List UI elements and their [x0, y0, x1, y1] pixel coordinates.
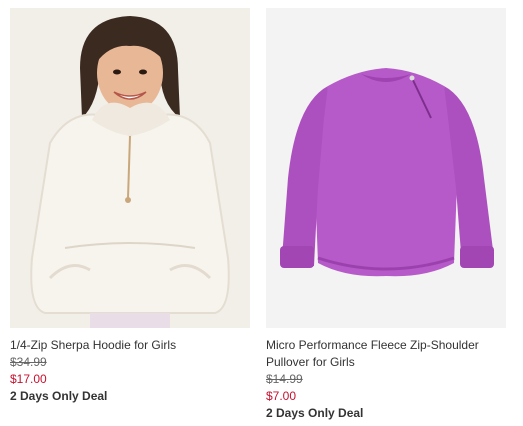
- product-info-fleece-pullover: Micro Performance Fleece Zip-Shoulder Pu…: [266, 337, 506, 422]
- original-price: $14.99: [266, 372, 303, 386]
- promo-badge: 2 Days Only Deal: [10, 389, 108, 403]
- product-name-link[interactable]: Micro Performance Fleece Zip-Shoulder Pu…: [266, 337, 506, 371]
- original-price: $34.99: [10, 355, 47, 369]
- product-image-sherpa-hoodie[interactable]: [10, 8, 250, 328]
- product-info-sherpa-hoodie: 1/4-Zip Sherpa Hoodie for Girls $34.99 $…: [10, 337, 250, 405]
- sale-price: $17.00: [10, 372, 47, 386]
- product-name-link[interactable]: 1/4-Zip Sherpa Hoodie for Girls: [10, 337, 250, 354]
- promo-badge: 2 Days Only Deal: [266, 406, 364, 420]
- product-image-fleece-pullover[interactable]: [266, 8, 506, 328]
- sale-price: $7.00: [266, 389, 297, 403]
